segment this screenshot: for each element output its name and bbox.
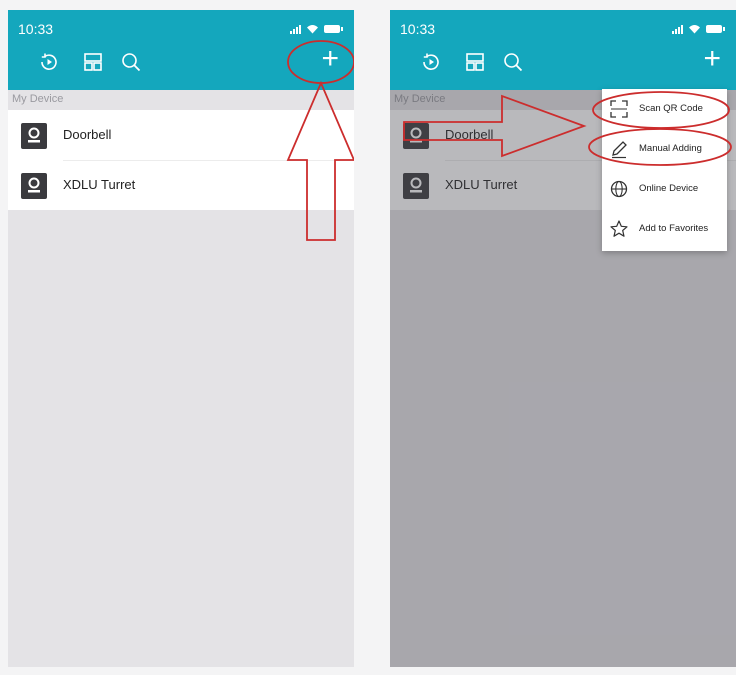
screen-before: 10:33 + My Device Doorbell XDLU Turret [8, 10, 354, 667]
highlight-circle-manual [588, 128, 732, 166]
right-arrow-annotation [403, 94, 587, 158]
screen-after: 10:33 + My Device Doorbell XDLU Turret S… [390, 10, 736, 667]
annotation-overlay [403, 91, 732, 166]
highlight-circle-add [287, 40, 354, 84]
up-arrow-annotation [286, 80, 354, 241]
annotation-overlay [286, 40, 354, 241]
highlight-circle-scan [592, 91, 730, 129]
